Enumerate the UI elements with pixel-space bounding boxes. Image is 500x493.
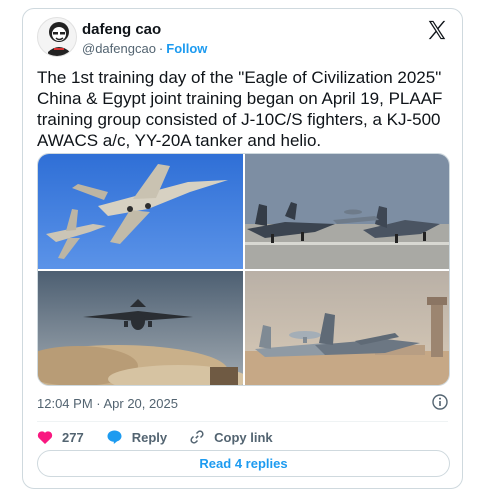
action-bar: 277 Reply Copy link (37, 426, 295, 448)
reply-button[interactable]: Reply (106, 429, 167, 445)
divider (37, 421, 448, 422)
author-handle-row: @dafengcao · Follow (82, 41, 207, 56)
avatar[interactable] (37, 17, 77, 57)
tweet-text: The 1st training day of the "Eagle of Ci… (37, 68, 443, 150)
tweet-timestamp[interactable]: 12:04 PM · Apr 20, 2025 (37, 396, 178, 411)
info-icon[interactable] (432, 394, 448, 410)
author-name[interactable]: dafeng cao (82, 21, 161, 38)
like-count: 277 (62, 429, 84, 445)
copy-link-label: Copy link (214, 429, 273, 445)
reply-label: Reply (131, 429, 168, 445)
heart-icon (37, 430, 53, 444)
separator-dot: · (158, 41, 164, 56)
link-icon (190, 430, 204, 444)
photo-tanker-landing[interactable] (38, 271, 243, 386)
author-handle[interactable]: @dafengcao (82, 41, 156, 56)
media-grid[interactable] (37, 153, 450, 386)
avatar-portrait-icon (48, 22, 70, 56)
photo-fighters-runway[interactable] (245, 154, 450, 269)
photo-awacs-apron[interactable] (245, 271, 450, 386)
read-replies-button[interactable]: Read 4 replies (37, 450, 450, 477)
photo-fighter-jets[interactable] (38, 154, 243, 269)
like-button[interactable]: 277 (37, 430, 84, 445)
x-logo-icon[interactable] (426, 19, 448, 41)
follow-button[interactable]: Follow (166, 41, 207, 56)
copy-link-button[interactable]: Copy link (189, 429, 273, 445)
reply-bubble-icon (107, 430, 122, 444)
tweet-card: dafeng cao @dafengcao · Follow The 1st tra… (22, 8, 463, 489)
